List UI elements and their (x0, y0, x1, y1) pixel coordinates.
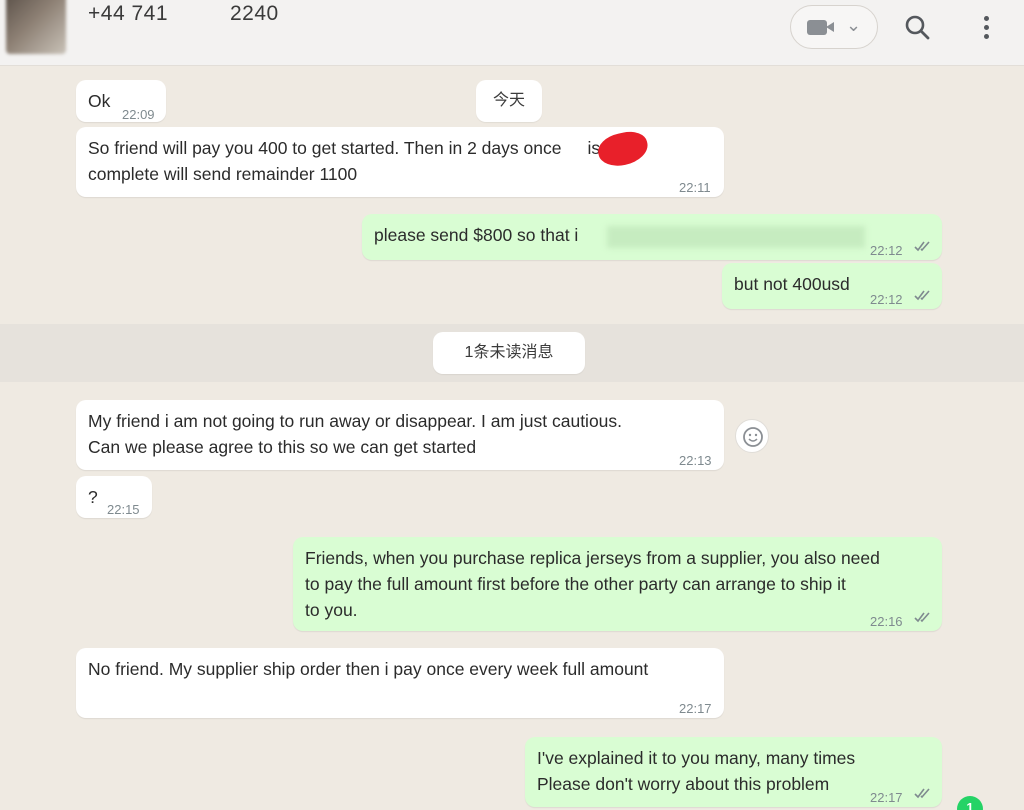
message-text-line: I've explained it to you many, many time… (537, 748, 856, 768)
contact-avatar[interactable] (6, 0, 66, 54)
message-time: 22:12 (870, 243, 903, 258)
message-incoming[interactable]: Ok 22:09 (76, 80, 166, 122)
message-time: 22:16 (870, 614, 903, 629)
message-text-line: to pay the full amount first before the … (305, 574, 846, 594)
contact-phone-number[interactable]: +44 741 2240 (88, 0, 279, 30)
redaction-blur (607, 226, 865, 248)
message-text-line: Friends, when you purchase replica jerse… (305, 548, 880, 568)
reaction-button[interactable] (735, 419, 769, 453)
message-time: 22:17 (679, 701, 712, 716)
message-text: Ok (88, 91, 111, 111)
message-time: 22:12 (870, 292, 903, 307)
chevron-down-icon: ⌄ (846, 15, 862, 35)
message-text: please send $800 so that i (374, 225, 579, 245)
message-text-line: Can we please agree to this so we can ge… (88, 437, 477, 457)
message-text: but not 400usd (734, 274, 850, 294)
message-text: ? (88, 487, 98, 507)
menu-dot (984, 34, 989, 39)
message-time: 22:15 (107, 502, 140, 517)
video-call-button[interactable]: ⌄ (790, 5, 878, 49)
phone-suffix: 2240 (230, 2, 279, 25)
read-receipt-icon (914, 241, 930, 252)
message-outgoing[interactable]: I've explained it to you many, many time… (525, 737, 942, 807)
phone-prefix: +44 741 (88, 2, 168, 25)
more-options-button[interactable] (972, 10, 1002, 46)
message-incoming[interactable]: ? 22:15 (76, 476, 152, 518)
read-receipt-icon (914, 290, 930, 301)
smiley-icon (743, 427, 763, 447)
menu-dot (984, 25, 989, 30)
message-incoming[interactable]: My friend i am not going to run away or … (76, 400, 724, 470)
scroll-to-bottom-badge[interactable]: 1 (957, 796, 983, 810)
message-text-line: No friend. My supplier ship order then i… (88, 659, 649, 679)
search-icon (905, 15, 930, 40)
video-camera-lens (826, 22, 834, 32)
message-text: So friend will pay you 400 to get starte… (88, 138, 562, 158)
message-outgoing[interactable]: Friends, when you purchase replica jerse… (293, 537, 942, 631)
search-button[interactable] (900, 10, 936, 46)
message-text-line: My friend i am not going to run away or … (88, 411, 623, 431)
video-camera-icon (807, 20, 827, 35)
read-receipt-icon (914, 612, 930, 623)
message-time: 22:13 (679, 453, 712, 468)
message-time: 22:09 (122, 107, 155, 122)
message-time: 22:17 (870, 790, 903, 805)
read-receipt-icon (914, 788, 930, 799)
message-outgoing[interactable]: but not 400usd 22:12 (722, 263, 942, 309)
message-time: 22:11 (679, 180, 711, 195)
chat-header: +44 741 2240 ⌄ (0, 0, 1024, 66)
message-text-line: to you. (305, 600, 358, 620)
menu-dot (984, 16, 989, 21)
unread-messages-divider: 1条未读消息 (433, 332, 585, 374)
phone-redaction (168, 0, 230, 24)
date-divider: 今天 (476, 80, 542, 122)
message-incoming[interactable]: No friend. My supplier ship order then i… (76, 648, 724, 718)
